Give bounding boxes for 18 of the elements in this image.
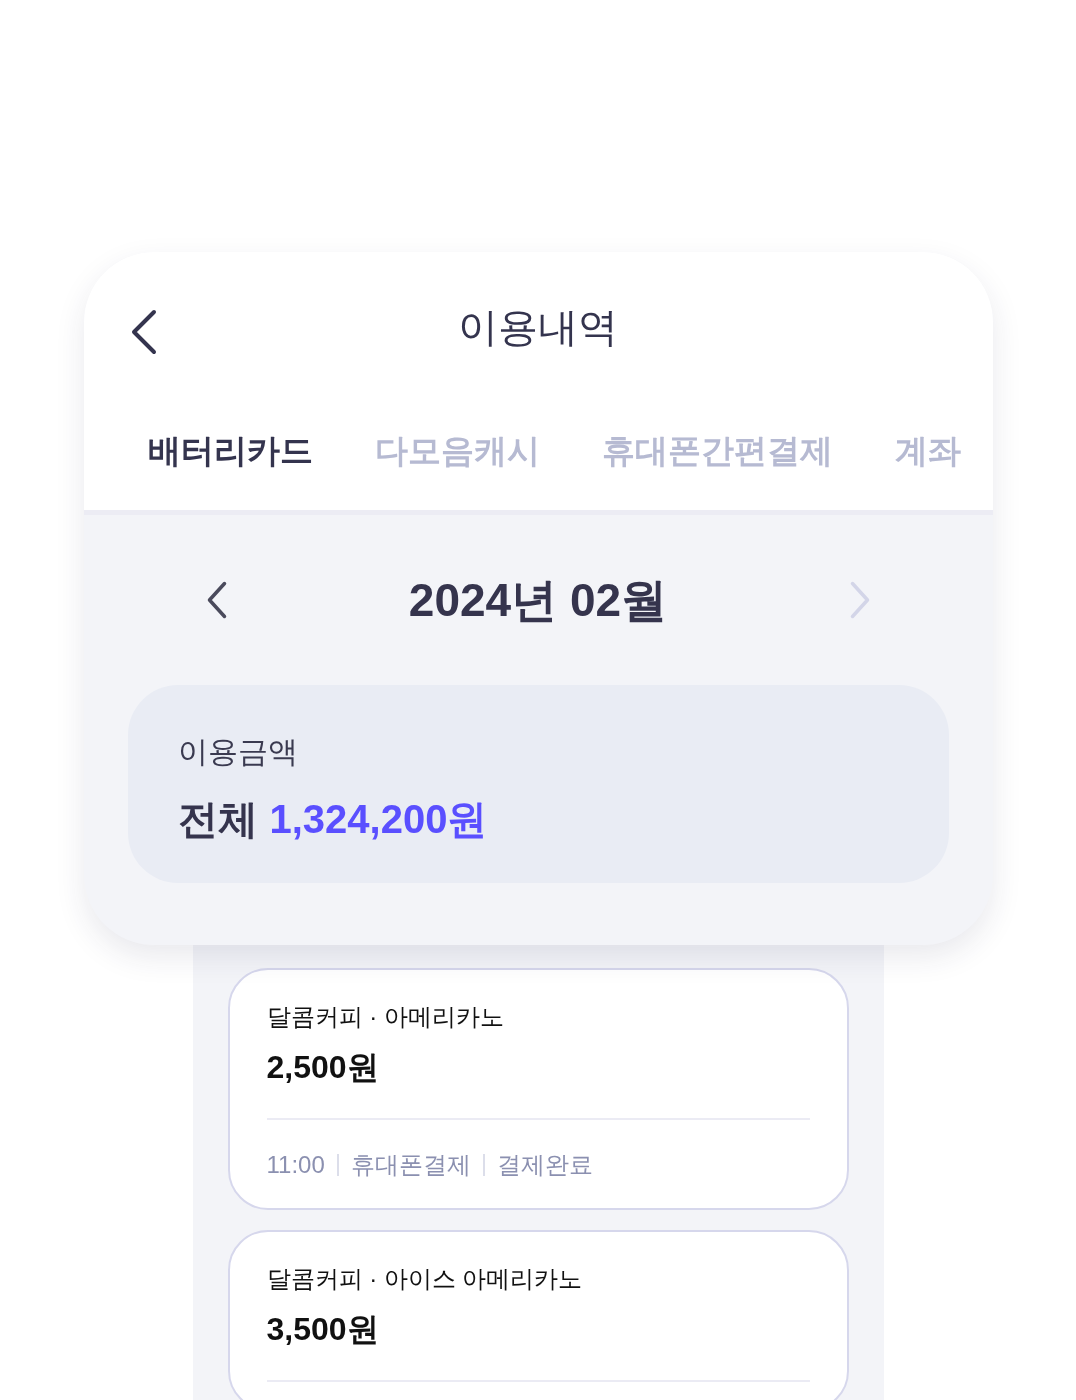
summary-label: 이용금액: [177, 734, 298, 770]
back-icon: [129, 308, 158, 356]
transaction-amount: 3,500원: [266, 1310, 379, 1349]
tab[interactable]: 배터리카드: [127, 402, 333, 510]
payment-method: 휴대폰결제: [350, 1150, 471, 1180]
transaction-card[interactable]: 달콤커피 · 아이스 아메리카노 3,500원: [227, 1230, 849, 1400]
transaction-time: 11:00: [266, 1150, 325, 1180]
payment-status: 결제완료: [496, 1150, 593, 1180]
total-label: 전체: [177, 796, 258, 843]
month-label: 2024년 02월: [408, 573, 668, 628]
chevron-left-icon: [205, 580, 228, 620]
transaction-card[interactable]: 달콤커피 · 아메리카노 2,500원 11:00 휴대폰결제 결제완료: [227, 968, 849, 1210]
transaction-title: 달콤커피 · 아이스 아메리카노: [266, 1264, 583, 1294]
chevron-right-icon: [848, 580, 871, 620]
transaction-title: 달콤커피 · 아메리카노: [266, 1002, 504, 1032]
total-amount: 1,324,200원: [269, 796, 488, 843]
transaction-amount: 2,500원: [266, 1048, 379, 1087]
page-title: 이용내역: [458, 304, 618, 351]
